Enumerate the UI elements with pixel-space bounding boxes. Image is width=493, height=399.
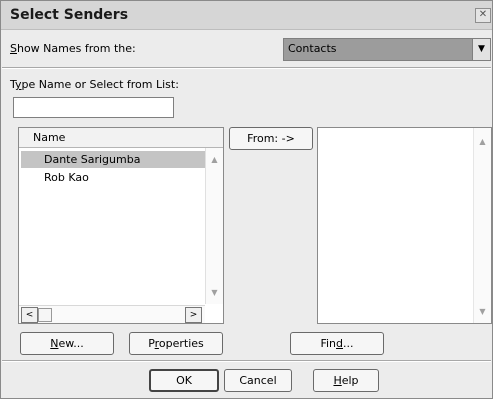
find-button-label: ... (343, 337, 354, 350)
senders-listbox[interactable]: ▲ ▼ (317, 127, 492, 324)
scroll-right-icon[interactable]: > (185, 307, 202, 323)
show-names-label-accel: S (10, 42, 17, 55)
name-column-header[interactable]: Name (19, 128, 223, 148)
cancel-button[interactable]: Cancel (224, 369, 292, 392)
help-button-label: elp (341, 374, 359, 387)
chevron-down-icon[interactable]: ▼ (472, 39, 490, 60)
find-button-accel: d (336, 337, 344, 350)
names-listbox[interactable]: Name Dante Sarigumba Rob Kao ▲ ▼ < > (18, 127, 224, 324)
help-button-accel: H (333, 374, 342, 387)
dialog-title: Select Senders (10, 7, 129, 23)
show-names-label-text: how Names from the: (16, 42, 136, 55)
help-button[interactable]: Help (313, 369, 379, 392)
type-name-label: Type Name or Select from List: (10, 78, 179, 91)
vertical-scrollbar[interactable]: ▲ ▼ (205, 148, 223, 304)
find-button-pre: Fin (320, 337, 337, 350)
new-button[interactable]: New... (20, 332, 114, 355)
scroll-up-icon[interactable]: ▲ (475, 134, 490, 149)
properties-button-label: operties (158, 337, 204, 350)
scroll-left-icon[interactable]: < (21, 307, 38, 323)
divider (2, 67, 491, 69)
scroll-down-icon[interactable]: ▼ (207, 285, 222, 300)
show-names-dropdown[interactable]: Contacts ▼ (283, 38, 491, 61)
title-bar: Select Senders ✕ (1, 1, 492, 30)
show-names-value: Contacts (288, 42, 337, 55)
select-senders-dialog: Select Senders ✕ Show Names from the: Co… (0, 0, 493, 399)
new-button-label: ew... (58, 337, 84, 350)
list-item-label: Dante Sarigumba (44, 153, 141, 166)
vertical-scrollbar[interactable]: ▲ ▼ (473, 128, 491, 323)
from-button[interactable]: From: -> (229, 127, 313, 150)
find-button[interactable]: Find... (290, 332, 384, 355)
scroll-thumb[interactable] (38, 308, 52, 322)
list-item[interactable]: Dante Sarigumba (21, 151, 205, 168)
horizontal-scrollbar[interactable]: < > (19, 305, 205, 323)
properties-button[interactable]: Properties (129, 332, 223, 355)
close-icon[interactable]: ✕ (475, 8, 491, 23)
type-name-label-text: pe Name or Select from List: (21, 78, 179, 91)
divider (2, 360, 491, 362)
list-item-label: Rob Kao (44, 171, 89, 184)
name-column-header-label: Name (33, 131, 66, 144)
show-names-label: Show Names from the: (10, 42, 136, 55)
type-name-input[interactable] (13, 97, 174, 118)
list-item[interactable]: Rob Kao (21, 169, 205, 186)
scroll-up-icon[interactable]: ▲ (207, 152, 222, 167)
ok-button[interactable]: OK (149, 369, 219, 392)
scroll-down-icon[interactable]: ▼ (475, 304, 490, 319)
